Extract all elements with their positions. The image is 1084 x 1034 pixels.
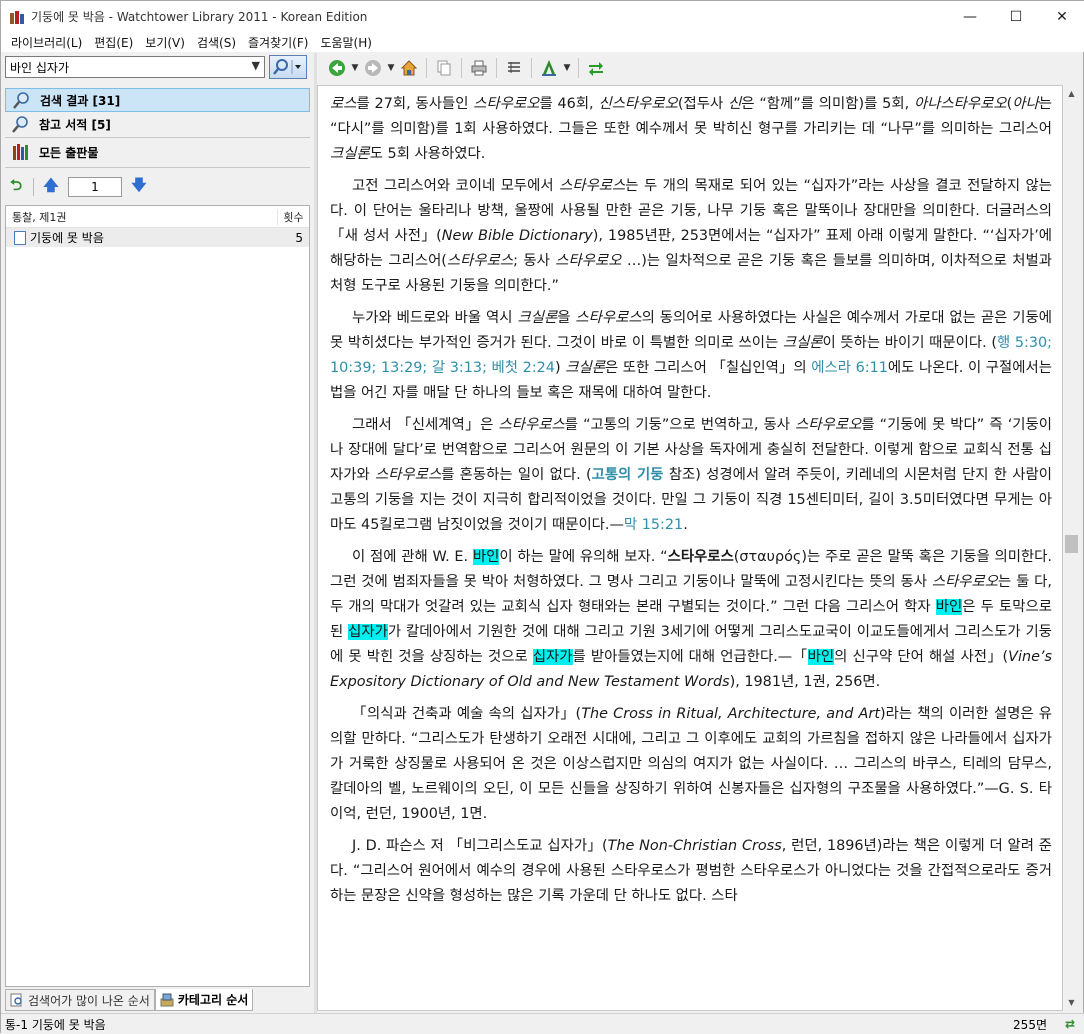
divider: [496, 58, 497, 78]
magnifier-icon: [11, 115, 31, 133]
divider: [531, 58, 532, 78]
search-button[interactable]: [269, 55, 307, 79]
magnifier-icon: [12, 91, 32, 109]
menu-view[interactable]: 보기(V): [139, 34, 191, 51]
books-icon: [11, 143, 31, 161]
sync-status-icon[interactable]: ⇄: [1055, 1017, 1084, 1031]
search-icon: [273, 59, 301, 75]
maximize-button[interactable]: ☐: [993, 1, 1039, 32]
document-toolbar: ▼ ▼ ▼: [317, 53, 1084, 83]
text-size-icon[interactable]: [537, 56, 561, 80]
nav-references-label: 참고 서적 [5]: [39, 117, 111, 132]
minimize-button[interactable]: —: [947, 1, 993, 32]
window-title: 기둥에 못 박음 - Watchtower Library 2011 - Kor…: [31, 10, 368, 24]
list-item-count: 5: [295, 230, 303, 245]
chevron-down-icon[interactable]: ▼: [252, 59, 260, 72]
nav-all-publications[interactable]: 모든 출판물: [5, 140, 310, 164]
article-paragraph: 그래서 「신세계역」은 스타우로스를 “고통의 기둥”으로 번역하고, 동사 스…: [330, 417, 1052, 533]
vertical-scrollbar[interactable]: ▲ ▼: [1063, 85, 1080, 1011]
columns-icon[interactable]: [502, 56, 526, 80]
tab-sort-by-hits[interactable]: 검색어가 많이 나온 순서: [5, 989, 155, 1011]
menu-search[interactable]: 검색(S): [191, 34, 242, 51]
article-body: 로스를 27회, 동사들인 스타우로오를 46회, 신스타우로오(접두사 신은 …: [330, 92, 1052, 916]
library-app-icon: [9, 9, 25, 25]
prev-page-arrow-icon[interactable]: 🡅: [40, 176, 62, 198]
window-controls: — ☐ ✕: [947, 1, 1084, 32]
article-paragraph: 이 점에 관해 W. E. 바인이 하는 말에 유의해 보자. “스타우로스(σ…: [330, 549, 1053, 690]
search-input[interactable]: 바인 십자가 ▼: [5, 56, 265, 78]
search-row: 바인 십자가 ▼: [5, 55, 310, 79]
divider: [426, 58, 427, 78]
status-page-number: 255면: [1013, 1017, 1047, 1032]
results-header-count[interactable]: 횟수: [277, 208, 309, 225]
app-window: 기둥에 못 박음 - Watchtower Library 2011 - Kor…: [0, 0, 1084, 1034]
next-page-arrow-icon[interactable]: 🡇: [128, 176, 150, 198]
divider: [33, 178, 34, 196]
left-panel: 바인 십자가 ▼ 검색 결과 [31] 참고 서적 [5] 모든 출판물 ⮌ 🡅…: [1, 53, 314, 1013]
results-header-title: 통찰, 제1권: [12, 210, 67, 224]
article-paragraph: 로스를 27회, 동사들인 스타우로오를 46회, 신스타우로오(접두사 신은 …: [330, 96, 1053, 162]
back-dropdown-icon[interactable]: ▼: [349, 56, 361, 80]
tab-sort-by-category[interactable]: 카테고리 순서: [154, 989, 254, 1011]
category-icon: [160, 993, 174, 1006]
list-item-title: 기둥에 못 박음: [30, 231, 104, 245]
article-paragraph: 「의식과 건축과 예술 속의 십자가」(The Cross in Ritual,…: [330, 706, 1053, 822]
text-size-dropdown-icon[interactable]: ▼: [561, 56, 573, 80]
back-arrow-icon[interactable]: ⮌: [5, 176, 27, 198]
divider: [5, 137, 310, 138]
list-item[interactable]: 기둥에 못 박음 5: [6, 228, 309, 247]
nav-all-publications-label: 모든 출판물: [39, 145, 99, 160]
article-paragraph: J. D. 파슨스 저 「비그리스도교 십자가」(The Non-Christi…: [330, 838, 1052, 904]
close-button[interactable]: ✕: [1039, 1, 1084, 32]
divider: [461, 58, 462, 78]
document-view[interactable]: 로스를 27회, 동사들인 스타우로오를 46회, 신스타우로오(접두사 신은 …: [317, 85, 1063, 1011]
page-number-input[interactable]: 1: [68, 177, 122, 197]
result-sort-tabs: 검색어가 많이 나온 순서 카테고리 순서: [5, 989, 310, 1013]
forward-icon[interactable]: [361, 56, 385, 80]
article-paragraph: 고전 그리스어와 코이네 모두에서 스타우로스는 두 개의 목재로 되어 있는 …: [330, 178, 1053, 294]
menu-library[interactable]: 라이브러리(L): [5, 34, 88, 51]
menu-bar: 라이브러리(L) 편집(E) 보기(V) 검색(S) 즐겨찾기(F) 도움말(H…: [1, 32, 1084, 52]
tab-sort-by-category-label: 카테고리 순서: [177, 993, 249, 1007]
home-icon[interactable]: [397, 56, 421, 80]
status-location: 통-1 기둥에 못 박음: [5, 1017, 106, 1032]
status-bar: 통-1 기둥에 못 박음 255면 ⇄: [1, 1013, 1084, 1034]
divider: [5, 167, 310, 168]
scroll-up-icon[interactable]: ▲: [1063, 85, 1080, 102]
document-icon: [14, 230, 26, 245]
copy-icon[interactable]: [432, 56, 456, 80]
magnifier-doc-icon: [10, 993, 22, 1007]
nav-search-results-label: 검색 결과 [31]: [40, 93, 121, 108]
menu-favorites[interactable]: 즐겨찾기(F): [242, 34, 314, 51]
results-header: 통찰, 제1권 횟수: [6, 206, 309, 228]
article-paragraph: 누가와 베드로와 바울 역시 크실론을 스타우로스의 동의어로 사용하였다는 사…: [330, 310, 1053, 401]
results-list: 통찰, 제1권 횟수 기둥에 못 박음 5: [5, 205, 310, 987]
search-query: 바인 십자가: [10, 60, 70, 75]
forward-dropdown-icon[interactable]: ▼: [385, 56, 397, 80]
scrollbar-thumb[interactable]: [1065, 535, 1078, 553]
title-bar: 기둥에 못 박음 - Watchtower Library 2011 - Kor…: [1, 1, 1084, 32]
print-icon[interactable]: [467, 56, 491, 80]
tab-sort-by-hits-label: 검색어가 많이 나온 순서: [28, 993, 150, 1008]
menu-edit[interactable]: 편집(E): [88, 34, 139, 51]
results-pager: ⮌ 🡅 1 🡇: [5, 173, 310, 201]
nav-references[interactable]: 참고 서적 [5]: [5, 112, 310, 136]
divider: [578, 58, 579, 78]
sync-arrows-icon[interactable]: [584, 56, 608, 80]
menu-help[interactable]: 도움말(H): [314, 34, 378, 51]
back-icon[interactable]: [325, 56, 349, 80]
scroll-down-icon[interactable]: ▼: [1063, 994, 1080, 1011]
nav-search-results[interactable]: 검색 결과 [31]: [5, 88, 310, 112]
